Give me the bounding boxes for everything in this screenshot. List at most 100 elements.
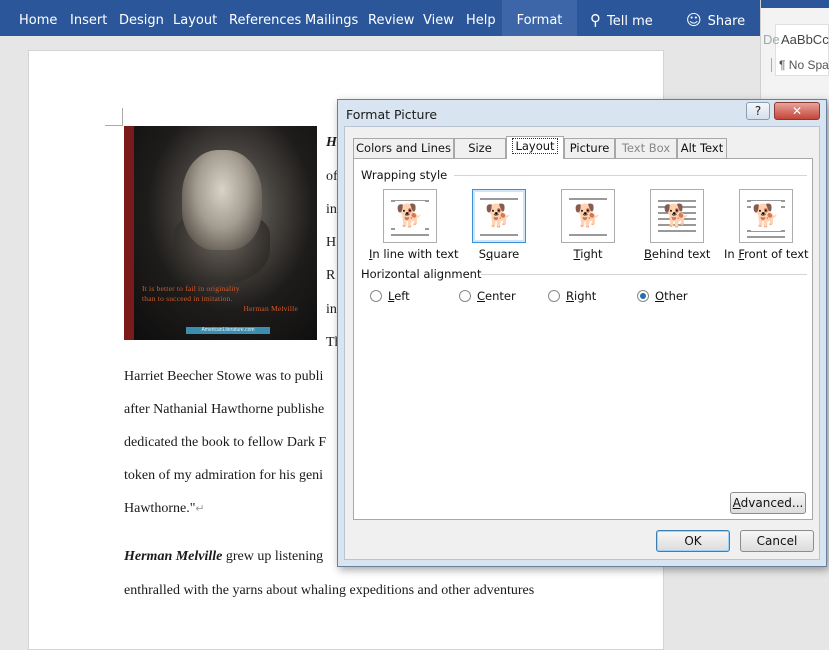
radio-circle: [459, 290, 471, 302]
style-partial-label: De: [763, 32, 780, 47]
wrap-behind-option[interactable]: 🐕: [650, 189, 704, 243]
lightbulb-icon: ⚲: [590, 11, 601, 29]
para2-rest: grew up listening: [222, 549, 324, 564]
wrap-front-label: In Front of text: [724, 247, 809, 261]
para2-line: enthralled with the yarns about whaling …: [124, 583, 535, 598]
margin-corner-mark: [105, 108, 123, 126]
body-line: Harriet Beecher Stowe was to publi: [124, 369, 324, 384]
person-icon: ☺: [686, 11, 702, 29]
wrap-behind-label: Behind text: [644, 247, 711, 261]
styles-gallery-peek: De AaBbCc ¶ No Spac: [760, 0, 829, 100]
align-right-radio[interactable]: Right: [548, 289, 596, 303]
tab-alt-text[interactable]: Alt Text: [677, 138, 727, 158]
quote-line-2: than to succeed in imitation.: [142, 294, 233, 303]
body-line: token of my admiration for his geni: [124, 468, 324, 483]
body-line: after Nathanial Hawthorne publishe: [124, 402, 325, 417]
ok-button[interactable]: OK: [656, 530, 730, 552]
radio-circle: [548, 290, 560, 302]
wrap-square-option[interactable]: 🐕: [472, 189, 526, 243]
tab-size[interactable]: Size: [454, 138, 506, 158]
section-divider: [454, 175, 807, 176]
body-line-end: Hawthorne."↵: [124, 501, 205, 517]
dog-icon: 🐕: [663, 203, 691, 228]
dog-icon: 🐕: [751, 201, 781, 231]
tab-picture[interactable]: Picture: [564, 138, 615, 158]
layout-tab-panel: Wrapping style 🐕 In line with text 🐕 Squ…: [353, 158, 813, 520]
tab-label: Text Box: [621, 141, 671, 155]
ribbon-edge: [761, 0, 829, 8]
align-left-radio[interactable]: Left: [370, 289, 410, 303]
portrait-quote: It is better to fail in originality than…: [142, 284, 312, 314]
tab-layout[interactable]: Layout: [173, 0, 217, 36]
tell-me-button[interactable]: ⚲ Tell me: [590, 0, 653, 36]
radio-circle-selected: [637, 290, 649, 302]
text-line: [391, 234, 429, 236]
quote-line-1: It is better to fail in originality: [142, 284, 240, 293]
share-button[interactable]: ☺ Share: [686, 0, 745, 36]
side-fragment: of: [326, 169, 338, 184]
dialog-body: Colors and Lines Size Layout Picture Tex…: [344, 126, 820, 560]
tab-view[interactable]: View: [423, 0, 454, 36]
section-divider: [481, 274, 807, 275]
text-line: [569, 198, 607, 200]
dialog-title: Format Picture: [346, 107, 438, 122]
tell-me-label: Tell me: [607, 14, 653, 29]
tab-text-box: Text Box: [615, 138, 677, 158]
dog-icon: 🐕: [395, 201, 425, 231]
tab-label: Layout: [512, 138, 558, 154]
help-button[interactable]: ?: [746, 102, 770, 120]
side-fragment: in: [326, 202, 337, 217]
side-fragment: R: [326, 268, 336, 283]
gallery-divider: [771, 58, 772, 72]
wrap-front-option[interactable]: 🐕: [739, 189, 793, 243]
share-label: Share: [707, 14, 746, 29]
tab-references[interactable]: References: [229, 0, 301, 36]
dog-icon: 🐕: [484, 201, 514, 231]
quote-author: Herman Melville: [243, 304, 298, 313]
body-line-text: Hawthorne.": [124, 501, 196, 516]
portrait-face: [182, 150, 262, 250]
tab-format[interactable]: Format: [502, 0, 577, 36]
side-fragment: in: [326, 302, 337, 317]
wrap-inline-label: In line with text: [369, 247, 459, 261]
tab-label: Colors and Lines: [356, 141, 451, 155]
text-line: [747, 236, 785, 238]
close-button[interactable]: ✕: [774, 102, 820, 120]
tab-home[interactable]: Home: [19, 0, 57, 36]
style-no-spacing-label: ¶ No Spac: [779, 58, 829, 72]
tab-layout-dialog[interactable]: Layout: [506, 136, 564, 159]
tab-colors-and-lines[interactable]: Colors and Lines: [353, 138, 454, 158]
body-line: dedicated the book to fellow Dark F: [124, 435, 327, 450]
ribbon: Home Insert Design Layout References Mai…: [0, 0, 760, 36]
wrapping-style-label: Wrapping style: [361, 168, 448, 182]
tab-label: Picture: [569, 141, 610, 155]
radio-circle: [370, 290, 382, 302]
text-line: [480, 198, 518, 200]
cancel-button[interactable]: Cancel: [740, 530, 814, 552]
side-fragment: H: [326, 135, 337, 150]
wrap-tight-label: Tight: [573, 247, 603, 261]
wrap-inline-option[interactable]: 🐕: [383, 189, 437, 243]
wrap-tight-option[interactable]: 🐕: [561, 189, 615, 243]
tab-design[interactable]: Design: [119, 0, 164, 36]
melville-portrait-image[interactable]: It is better to fail in originality than…: [124, 126, 317, 340]
format-picture-dialog: Format Picture ? ✕ Colors and Lines Size…: [337, 99, 827, 567]
horizontal-alignment-label: Horizontal alignment: [361, 267, 482, 281]
portrait-red-stripe: [124, 126, 134, 340]
para2-bold-name: Herman Melville: [124, 549, 223, 564]
wrap-square-label: Square: [478, 247, 520, 261]
text-line: [480, 234, 518, 236]
tab-insert[interactable]: Insert: [70, 0, 107, 36]
tab-mailings[interactable]: Mailings: [305, 0, 358, 36]
advanced-button[interactable]: Advanced...: [730, 492, 806, 514]
para2-line: Herman Melville grew up listening: [124, 549, 323, 565]
tab-review[interactable]: Review: [368, 0, 414, 36]
side-fragment: H: [326, 235, 337, 250]
tab-help[interactable]: Help: [466, 0, 496, 36]
portrait-banner: AmericanLiterature.com: [186, 327, 270, 334]
text-line: [569, 234, 607, 236]
align-other-radio[interactable]: Other: [637, 289, 688, 303]
align-center-radio[interactable]: Center: [459, 289, 516, 303]
tab-label: Size: [468, 141, 492, 155]
style-normal-label: AaBbCc: [781, 32, 829, 47]
